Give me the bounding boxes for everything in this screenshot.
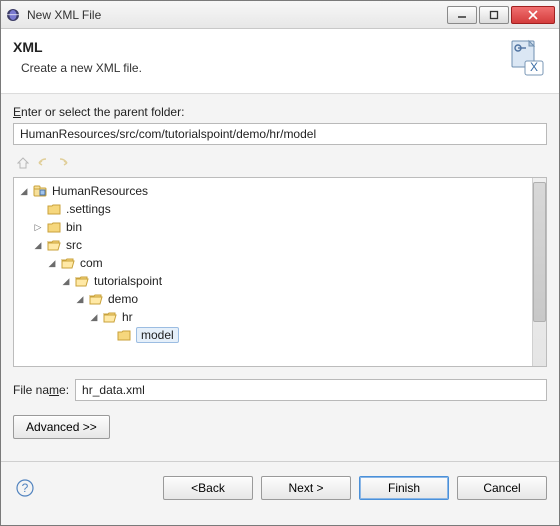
maximize-button[interactable] <box>479 6 509 24</box>
advanced-button[interactable]: Advanced >> <box>13 415 110 439</box>
tree-node-label: model <box>136 327 179 343</box>
banner-subtitle: Create a new XML file. <box>21 61 499 75</box>
parent-folder-label: Enter or select the parent folder: <box>13 105 547 119</box>
tree-node[interactable]: ◢ HumanResources <box>18 182 546 200</box>
titlebar: New XML File <box>1 1 559 29</box>
folder-open-icon <box>74 273 90 289</box>
tree-node-label: bin <box>66 220 82 234</box>
project-icon <box>32 183 48 199</box>
folder-icon <box>116 327 132 343</box>
folder-icon <box>46 219 62 235</box>
tree-node-label: src <box>66 238 82 252</box>
wizard-banner: XML Create a new XML file. X <box>1 29 559 93</box>
forward-icon[interactable] <box>55 155 71 171</box>
tree-node-label: tutorialspoint <box>94 274 162 288</box>
svg-text:X: X <box>530 60 538 74</box>
tree-toolbar <box>13 153 547 173</box>
file-name-input[interactable] <box>75 379 547 401</box>
tree-node[interactable]: ◢ com <box>18 254 546 272</box>
folder-open-icon <box>46 237 62 253</box>
folder-open-icon <box>60 255 76 271</box>
collapse-icon[interactable]: ◢ <box>74 293 86 305</box>
tree-node[interactable]: ◢ hr <box>18 308 546 326</box>
tree-node[interactable]: ◢ demo <box>18 290 546 308</box>
tree-node-label: HumanResources <box>52 184 148 198</box>
folder-open-icon <box>102 309 118 325</box>
tree-node-label: .settings <box>66 202 111 216</box>
xml-file-icon: X <box>507 39 547 79</box>
footer-separator <box>1 461 559 462</box>
dialog-window: New XML File XML Create a new XML file. … <box>0 0 560 526</box>
wizard-footer: ? < Back Next > Finish Cancel <box>1 466 559 512</box>
tree-node[interactable]: ▷ bin <box>18 218 546 236</box>
window-title: New XML File <box>27 8 447 22</box>
tree-node-label: demo <box>108 292 138 306</box>
tree-node-label: com <box>80 256 103 270</box>
tree-node[interactable]: model <box>18 326 546 344</box>
back-button[interactable]: < Back <box>163 476 253 500</box>
tree-node[interactable]: ◢ tutorialspoint <box>18 272 546 290</box>
collapse-icon[interactable]: ◢ <box>32 239 44 251</box>
expand-icon[interactable]: ▷ <box>32 221 44 233</box>
cancel-button[interactable]: Cancel <box>457 476 547 500</box>
finish-button[interactable]: Finish <box>359 476 449 500</box>
home-icon[interactable] <box>15 155 31 171</box>
collapse-icon[interactable]: ◢ <box>88 311 100 323</box>
file-name-label: File name: <box>13 383 69 397</box>
parent-folder-input[interactable] <box>13 123 547 145</box>
wizard-content: Enter or select the parent folder: ◢ Huma… <box>1 95 559 466</box>
minimize-button[interactable] <box>447 6 477 24</box>
close-button[interactable] <box>511 6 555 24</box>
eclipse-icon <box>5 7 21 23</box>
tree-scrollbar-thumb[interactable] <box>533 182 546 322</box>
folder-icon <box>46 201 62 217</box>
tree-spacer <box>102 329 114 341</box>
collapse-icon[interactable]: ◢ <box>60 275 72 287</box>
back-icon[interactable] <box>35 155 51 171</box>
tree-node-label: hr <box>122 310 133 324</box>
next-button[interactable]: Next > <box>261 476 351 500</box>
help-icon[interactable]: ? <box>15 478 35 498</box>
collapse-icon[interactable]: ◢ <box>18 185 30 197</box>
svg-text:?: ? <box>22 481 29 495</box>
tree-node[interactable]: .settings <box>18 200 546 218</box>
tree-spacer <box>32 203 44 215</box>
tree-node[interactable]: ◢ src <box>18 236 546 254</box>
collapse-icon[interactable]: ◢ <box>46 257 58 269</box>
window-controls <box>447 6 555 24</box>
banner-title: XML <box>13 39 499 55</box>
folder-tree[interactable]: ◢ HumanResources .settings ▷ bin ◢ src ◢ com ◢ tut… <box>13 177 547 367</box>
folder-open-icon <box>88 291 104 307</box>
tree-scrollbar[interactable] <box>532 178 546 366</box>
